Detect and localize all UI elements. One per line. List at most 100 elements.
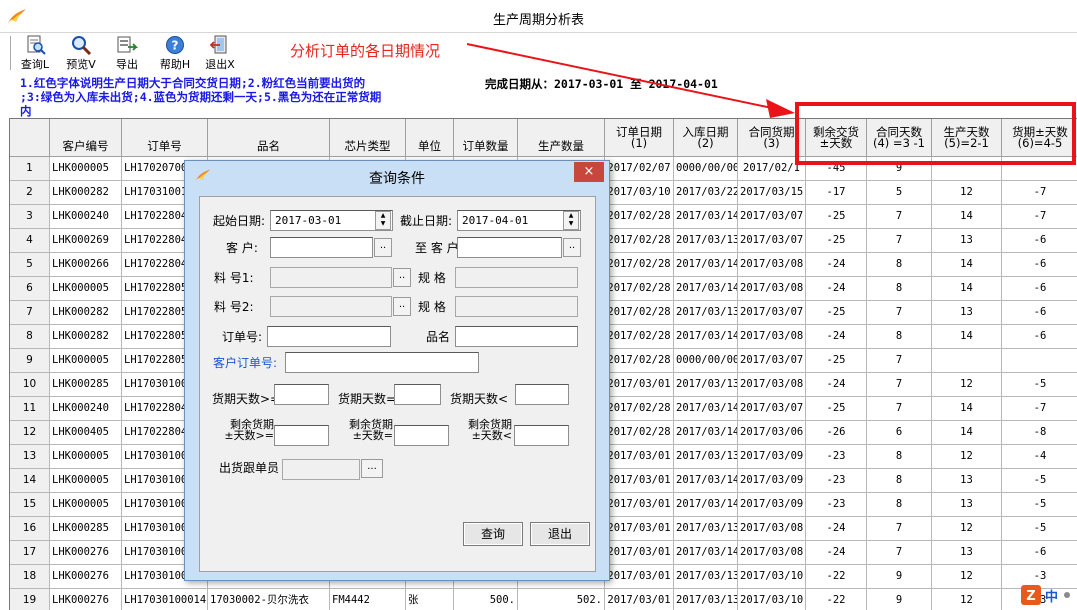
cell-contract-date[interactable]: 2017/03/07 [738,301,806,325]
cell-remaining-days[interactable]: -22 [806,565,867,589]
cell-production-days[interactable]: 12 [932,373,1002,397]
cell-order-quantity[interactable]: 500. [454,589,518,610]
cell-row-number[interactable]: 8 [10,325,50,349]
cell-contract-days[interactable]: 7 [867,541,932,565]
cell-contract-date[interactable]: 2017/03/10 [738,589,806,610]
cell-warehouse-date[interactable]: 2017/03/14 [674,325,738,349]
cell-warehouse-date[interactable]: 0000/00/00 [674,349,738,373]
cell-remaining-days[interactable]: -24 [806,517,867,541]
to-customer-browse-button[interactable]: .. [563,238,581,257]
cell-warehouse-date[interactable]: 2017/03/14 [674,469,738,493]
cell-remaining-days[interactable]: -25 [806,205,867,229]
cell-remaining-days[interactable]: -25 [806,349,867,373]
cell-lead-days-diff[interactable]: -6 [1002,253,1077,277]
cell-contract-days[interactable]: 7 [867,373,932,397]
cell-customer-code[interactable]: LHK000282 [50,301,122,325]
cell-lead-days-diff[interactable]: -7 [1002,205,1077,229]
cell-lead-days-diff[interactable]: -4 [1002,445,1077,469]
cell-contract-days[interactable]: 9 [867,565,932,589]
cell-contract-date[interactable]: 2017/03/06 [738,421,806,445]
cell-production-days[interactable] [932,349,1002,373]
cell-remaining-days[interactable]: -25 [806,301,867,325]
column-header-row-number[interactable] [10,119,50,157]
cell-warehouse-date[interactable]: 2017/03/14 [674,397,738,421]
cell-production-days[interactable]: 14 [932,397,1002,421]
cell-row-number[interactable]: 10 [10,373,50,397]
cell-customer-code[interactable]: LHK000282 [50,181,122,205]
product-name-field[interactable] [455,326,578,347]
part1-browse-button[interactable]: .. [393,268,411,287]
cell-row-number[interactable]: 16 [10,517,50,541]
cell-customer-code[interactable]: LHK000269 [50,229,122,253]
cell-row-number[interactable]: 3 [10,205,50,229]
cell-order-date[interactable]: 2017/02/28 [605,277,674,301]
cell-contract-days[interactable]: 8 [867,325,932,349]
cell-contract-days[interactable]: 8 [867,469,932,493]
toolbar-help-button[interactable]: ? 帮助H [155,35,195,71]
exit-button[interactable]: 退出 [530,522,590,546]
cell-remaining-days[interactable]: -17 [806,181,867,205]
toolbar-exit-button[interactable]: 退出X [200,35,240,71]
cell-order-date[interactable]: 2017/03/01 [605,541,674,565]
cell-warehouse-date[interactable]: 0000/00/00 [674,157,738,181]
cell-order-date[interactable]: 2017/03/01 [605,469,674,493]
cell-row-number[interactable]: 4 [10,229,50,253]
cell-warehouse-date[interactable]: 2017/03/13 [674,565,738,589]
cell-customer-code[interactable]: LHK000276 [50,589,122,610]
cell-warehouse-date[interactable]: 2017/03/13 [674,301,738,325]
cell-order-date[interactable]: 2017/02/28 [605,349,674,373]
column-header-warehouse-date[interactable]: 入库日期 (2) [674,119,738,157]
cell-row-number[interactable]: 9 [10,349,50,373]
cell-remaining-days[interactable]: -26 [806,421,867,445]
cell-lead-days-diff[interactable]: -7 [1002,397,1077,421]
cell-remaining-days[interactable]: -24 [806,373,867,397]
cell-lead-days-diff[interactable]: -7 [1002,181,1077,205]
cell-contract-date[interactable]: 2017/03/07 [738,397,806,421]
shipping-tracker-browse-button[interactable]: ... [361,459,383,478]
cell-contract-days[interactable]: 8 [867,277,932,301]
cell-order-date[interactable]: 2017/03/01 [605,445,674,469]
cell-unit[interactable]: 张 [406,589,454,610]
cell-row-number[interactable]: 14 [10,469,50,493]
customer-browse-button[interactable]: .. [374,238,392,257]
cell-warehouse-date[interactable]: 2017/03/14 [674,421,738,445]
tray-status-icon[interactable] [1064,592,1070,598]
part1-field[interactable] [270,267,392,288]
cell-remaining-days[interactable]: -23 [806,469,867,493]
cell-warehouse-date[interactable]: 2017/03/13 [674,229,738,253]
cell-contract-date[interactable]: 2017/03/08 [738,253,806,277]
cell-row-number[interactable]: 11 [10,397,50,421]
cell-warehouse-date[interactable]: 2017/03/13 [674,445,738,469]
cell-lead-days-diff[interactable]: -6 [1002,229,1077,253]
cell-lead-days-diff[interactable]: -6 [1002,325,1077,349]
cell-order-date[interactable]: 2017/02/28 [605,421,674,445]
cell-row-number[interactable]: 17 [10,541,50,565]
toolbar-query-button[interactable]: 查询L [15,35,55,71]
remaining-days-eq-field[interactable] [394,425,449,446]
cell-contract-days[interactable]: 7 [867,397,932,421]
end-date-spinner-icon[interactable]: ▲ ▼ [563,211,579,230]
column-header-production-quantity[interactable]: 生产数量 [518,119,605,157]
cell-customer-code[interactable]: LHK000005 [50,349,122,373]
cell-order-date[interactable]: 2017/03/01 [605,589,674,610]
cell-contract-date[interactable]: 2017/03/08 [738,517,806,541]
cell-remaining-days[interactable]: -24 [806,277,867,301]
cell-product-name[interactable]: 17030002-贝尔洗衣 [208,589,330,610]
cell-contract-days[interactable]: 7 [867,301,932,325]
cell-customer-code[interactable]: LHK000276 [50,565,122,589]
cell-contract-date[interactable]: 2017/03/09 [738,445,806,469]
part2-field[interactable] [270,296,392,317]
cell-contract-date[interactable]: 2017/03/10 [738,565,806,589]
cell-lead-days-diff[interactable]: -6 [1002,277,1077,301]
cell-order-date[interactable]: 2017/02/28 [605,229,674,253]
cell-warehouse-date[interactable]: 2017/03/14 [674,493,738,517]
cell-lead-days-diff[interactable]: -8 [1002,421,1077,445]
cell-contract-date[interactable]: 2017/03/09 [738,493,806,517]
cell-remaining-days[interactable]: -25 [806,397,867,421]
cell-lead-days-diff[interactable]: -5 [1002,373,1077,397]
cell-production-days[interactable]: 13 [932,469,1002,493]
cell-contract-days[interactable]: 7 [867,349,932,373]
cell-production-days[interactable]: 13 [932,301,1002,325]
cell-production-days[interactable]: 12 [932,445,1002,469]
cell-contract-date[interactable]: 2017/03/15 [738,181,806,205]
